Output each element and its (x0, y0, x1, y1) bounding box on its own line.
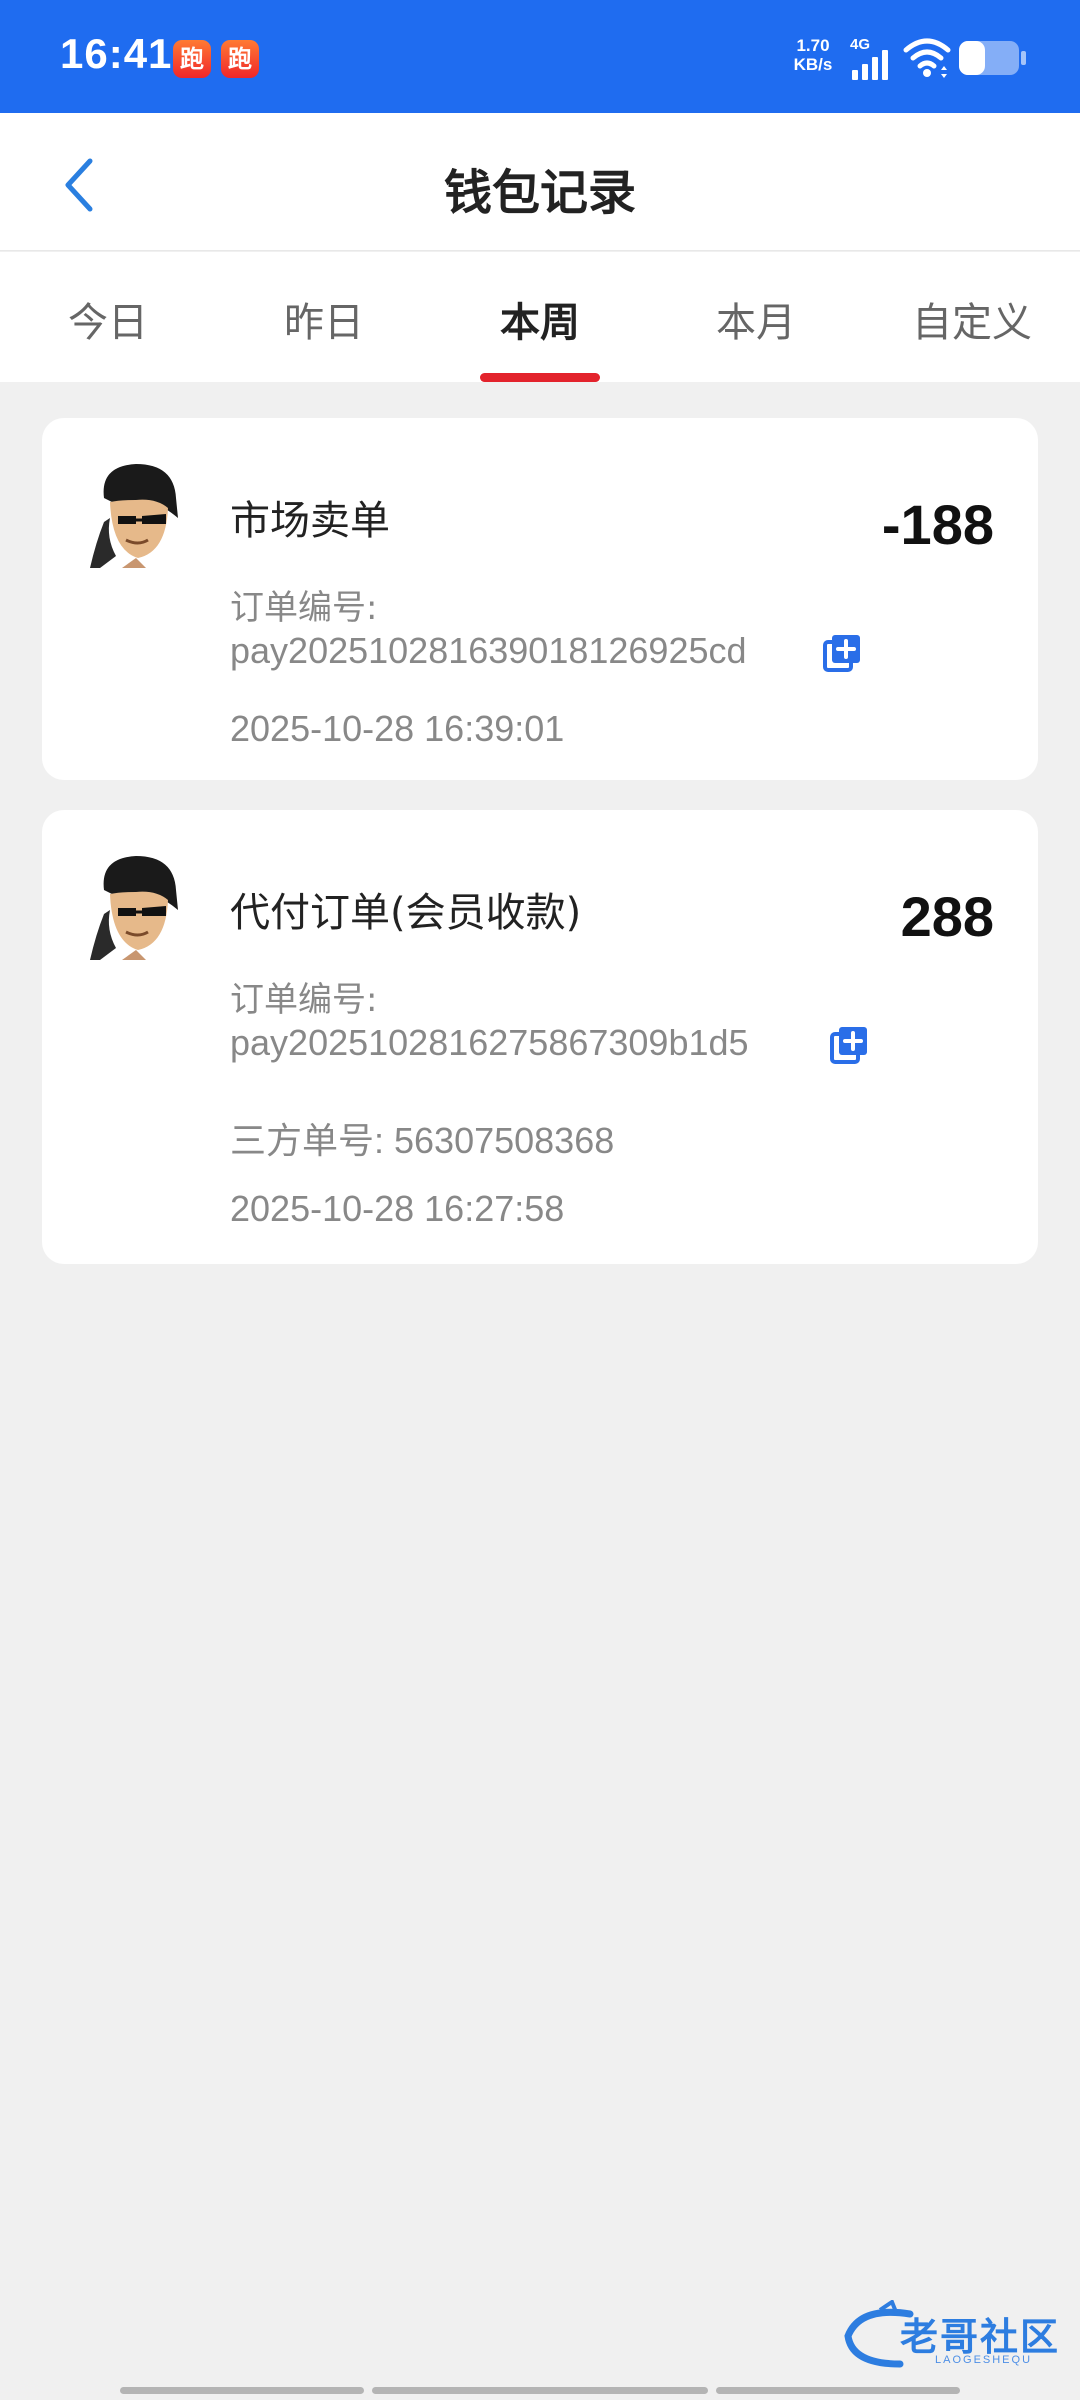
status-time: 16:41 (60, 30, 173, 77)
record-datetime: 2025-10-28 16:27:58 (230, 1188, 565, 1229)
watermark-text: 老哥社区 (900, 2315, 1061, 2359)
copy-icon[interactable] (822, 633, 862, 673)
tab-today[interactable]: 今日 (0, 290, 216, 348)
order-number: pay202510281639018126925cd (230, 630, 747, 671)
order-number-label: 订单编号: (230, 980, 378, 1020)
record-card[interactable]: 代付订单(会员收款) 288 订单编号: pay2025102816275867… (42, 810, 1038, 1264)
gesture-bar (372, 2387, 708, 2394)
record-datetime: 2025-10-28 16:39:01 (230, 708, 565, 749)
active-tab-indicator (480, 373, 600, 382)
tab-this-month[interactable]: 本月 (648, 290, 864, 348)
tab-custom[interactable]: 自定义 (864, 290, 1080, 348)
record-title: 代付订单(会员收款) (230, 890, 582, 936)
watermark-subtext: LAOGESHEQU (935, 2354, 1033, 2366)
third-party-order-number: 三方单号: 56307508368 (230, 1120, 615, 1161)
gesture-bar (120, 2387, 364, 2394)
net-speed-value: 1.70 (796, 36, 830, 55)
app-notification-icon: 跑 (173, 40, 211, 78)
signal-icon (852, 50, 888, 80)
status-bar: 16:41 跑 跑 1.70 KB/s 4G (0, 0, 1080, 113)
copy-icon[interactable] (829, 1025, 869, 1065)
net-speed: 1.70 KB/s (788, 36, 838, 74)
tab-yesterday[interactable]: 昨日 (216, 290, 432, 348)
avatar (90, 856, 178, 960)
gesture-bar (716, 2387, 960, 2394)
period-tabs: 今日 昨日 本周 本月 自定义 (0, 252, 1080, 382)
net-speed-unit: KB/s (793, 55, 833, 74)
app-notification-icon: 跑 (221, 40, 259, 78)
record-card[interactable]: 市场卖单 -188 订单编号: pay202510281639018126925… (42, 418, 1038, 780)
avatar (90, 464, 178, 568)
record-amount: 288 (900, 885, 994, 948)
order-number: pay2025102816275867309b1d5 (230, 1022, 749, 1063)
order-number-label: 订单编号: (230, 588, 378, 628)
record-amount: -188 (881, 493, 994, 556)
tab-this-week[interactable]: 本周 (432, 290, 648, 348)
battery-icon (959, 41, 1026, 75)
header: 钱包记录 (0, 113, 1080, 251)
wifi-icon (903, 38, 951, 78)
page-title: 钱包记录 (443, 165, 636, 221)
record-title: 市场卖单 (230, 498, 390, 544)
